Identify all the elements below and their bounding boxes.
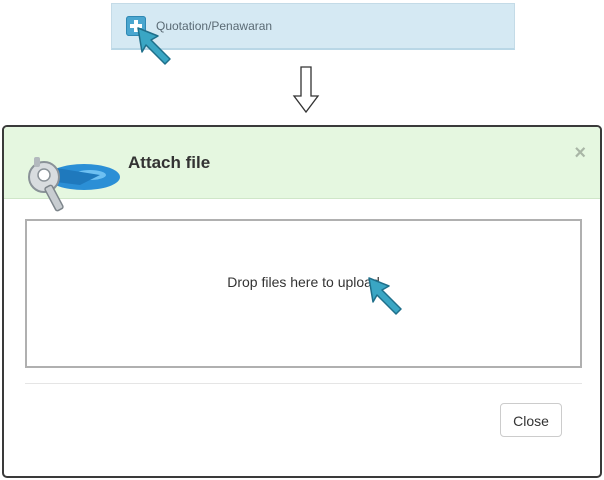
attach-file-dialog: Attach file × Drop files here to upload …: [2, 125, 602, 478]
arrow-down-icon: [292, 66, 320, 114]
file-dropzone[interactable]: Drop files here to upload: [25, 219, 582, 368]
footer-divider: [25, 383, 582, 384]
dialog-title: Attach file: [128, 153, 211, 172]
close-button[interactable]: Close: [500, 403, 562, 437]
dropzone-label: Drop files here to upload: [227, 274, 380, 290]
key-icon: [28, 157, 120, 212]
close-icon[interactable]: ×: [574, 143, 586, 163]
dialog-header: Attach file ×: [4, 127, 600, 212]
pointer-cursor-icon: [137, 27, 171, 65]
pointer-cursor-icon: [368, 277, 402, 315]
